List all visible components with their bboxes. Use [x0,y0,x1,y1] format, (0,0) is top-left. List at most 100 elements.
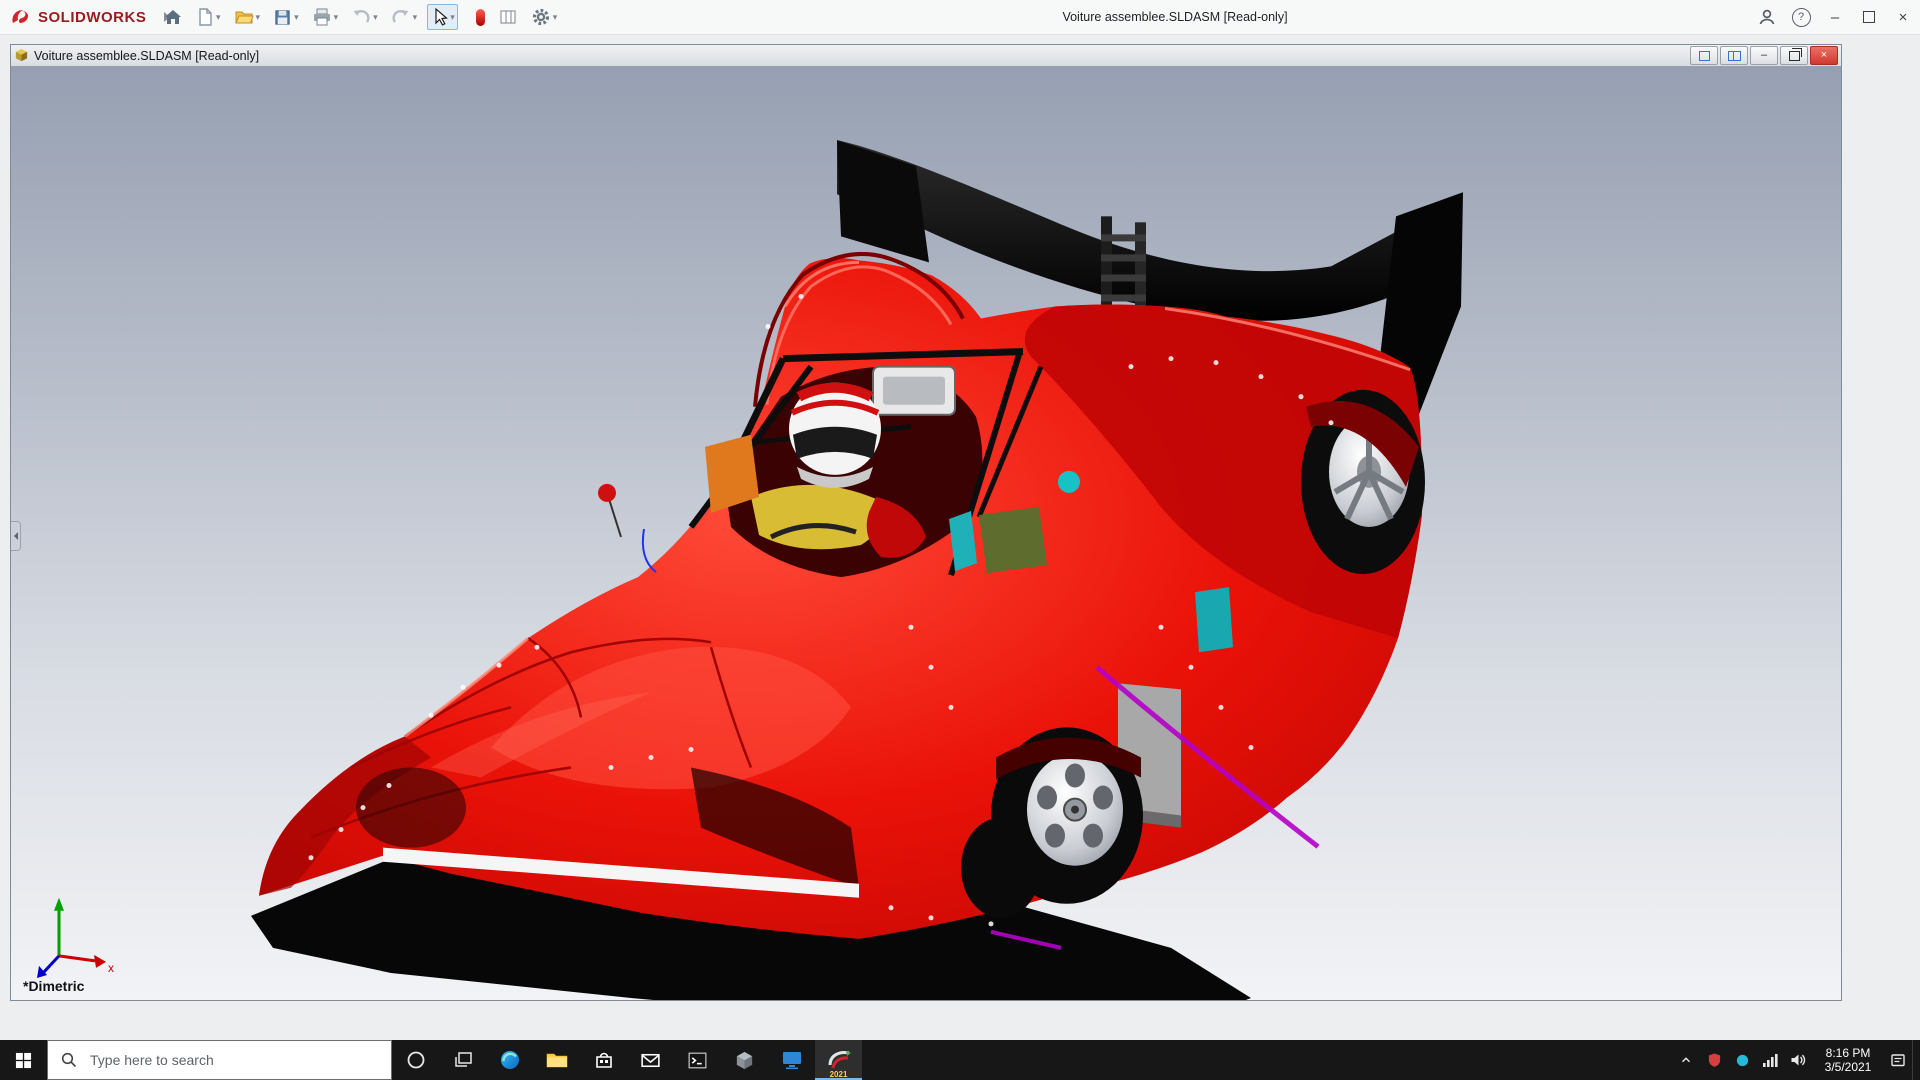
solidworks-app: SOLIDWORKS ▾ ▾ ▾ ▾ ▾ ▾ ▾ ▾ Voiture assem… [0,0,1920,1080]
file-explorer-button[interactable] [533,1040,580,1080]
home-icon [165,10,181,24]
help-icon: ? [1791,7,1811,27]
solidworks-version-badge: 2021 [829,1070,848,1079]
store-icon [595,1052,612,1068]
app-titlebar: SOLIDWORKS ▾ ▾ ▾ ▾ ▾ ▾ ▾ ▾ Voiture assem… [0,0,1920,35]
save-icon [275,9,290,25]
maximize-icon [1863,11,1875,23]
triad-x-label: x [108,961,114,975]
new-document-icon [199,8,212,26]
home-button[interactable] [160,4,186,30]
search-input[interactable] [88,1051,372,1069]
assembly-document-icon [15,48,28,62]
chevron-down-icon[interactable]: ▾ [373,12,378,22]
cortana-icon [407,1051,424,1069]
ds-logo-icon [12,10,28,23]
logo-wordmark: SOLIDWORKS [38,8,147,26]
action-center-button[interactable] [1884,1040,1912,1080]
edge-icon [500,1051,519,1069]
mail-button[interactable] [627,1040,674,1080]
account-button[interactable] [1750,0,1784,34]
panel-collapse-handle[interactable] [11,521,21,551]
console-button[interactable] [674,1040,721,1080]
cortana-button[interactable] [392,1040,439,1080]
tray-expand-button[interactable] [1672,1040,1700,1080]
document-title: Voiture assemblee.SLDASM [Read-only] [34,48,260,63]
app-window-controls: ? – × [1750,0,1920,34]
doc-close-button[interactable]: × [1810,46,1838,65]
network-icon [1763,1054,1778,1067]
account-icon [1759,9,1775,25]
rear-right-wheel [1301,389,1425,575]
start-button[interactable] [0,1040,47,1080]
presence-icon [1736,1054,1748,1066]
chevron-down-icon[interactable]: ▾ [216,12,221,22]
window-pane-icon [1698,50,1710,61]
taskbar-search[interactable] [47,1040,392,1080]
tray-volume-button[interactable] [1784,1040,1812,1080]
viewport-3d-scene[interactable]: x [11,66,1841,1000]
show-desktop-button[interactable] [1912,1040,1918,1080]
view-orientation-label: *Dimetric [23,978,85,994]
select-tool-button[interactable]: ▾ [427,4,458,30]
open-folder-icon [234,11,254,24]
document-window: Voiture assemblee.SLDASM [Read-only] – × [10,44,1842,1001]
display-app-button[interactable] [768,1040,815,1080]
help-button[interactable]: ? [1784,0,1818,34]
cube-app-button[interactable] [721,1040,768,1080]
mail-icon [641,1053,660,1067]
solidworks-taskbar-button[interactable]: 2021 [815,1040,862,1080]
undo-button[interactable]: ▾ [348,4,381,30]
doc-restore-button[interactable] [1780,46,1808,65]
clock-date: 3/5/2021 [1824,1060,1872,1074]
task-pane-button[interactable] [495,4,521,30]
taskbar-clock[interactable]: 8:16 PM 3/5/2021 [1812,1046,1884,1074]
console-icon [688,1052,707,1068]
minimize-button[interactable]: – [1818,0,1852,34]
options-button[interactable]: ▾ [528,4,561,30]
doc-view-button-2[interactable] [1720,46,1748,65]
select-cursor-icon [435,7,449,26]
app-window-title: Voiture assemblee.SLDASM [Read-only] [1062,10,1288,24]
save-button[interactable]: ▾ [270,5,302,30]
red-tool-button[interactable] [473,6,488,29]
redo-button[interactable]: ▾ [388,4,421,30]
chevron-down-icon[interactable]: ▾ [256,12,261,22]
chevron-down-icon[interactable]: ▾ [450,12,455,22]
workspace-background: Voiture assemblee.SLDASM [Read-only] – × [0,35,1920,1040]
file-explorer-icon [546,1053,567,1068]
edge-button[interactable] [486,1040,533,1080]
shield-icon [1708,1053,1720,1067]
clock-time: 8:16 PM [1825,1046,1871,1060]
action-center-icon [1891,1054,1905,1067]
print-icon [313,8,330,26]
solidworks-logo: SOLIDWORKS [10,0,171,34]
windows-taskbar: 2021 [0,1040,1920,1080]
maximize-button[interactable] [1852,0,1886,34]
doc-view-button-1[interactable] [1690,46,1718,65]
close-button[interactable]: × [1886,0,1920,34]
open-button[interactable]: ▾ [231,4,264,30]
chevron-down-icon[interactable]: ▾ [413,12,418,22]
store-button[interactable] [580,1040,627,1080]
redo-icon [392,10,409,23]
volume-icon [1791,1054,1806,1066]
new-document-button[interactable]: ▾ [193,4,224,30]
main-toolbar: ▾ ▾ ▾ ▾ ▾ ▾ ▾ ▾ [160,0,560,34]
search-icon [61,1052,77,1068]
chevron-down-icon[interactable]: ▾ [294,12,299,22]
chevron-down-icon[interactable]: ▾ [553,12,558,22]
chevron-down-icon[interactable]: ▾ [334,12,339,22]
tray-presence-button[interactable] [1728,1040,1756,1080]
settings-gear-icon [532,8,549,26]
doc-minimize-button[interactable]: – [1750,46,1778,65]
tray-network-button[interactable] [1756,1040,1784,1080]
task-pane-icon [500,10,516,24]
task-view-button[interactable] [439,1040,486,1080]
graphics-viewport[interactable]: x *Dimetric [11,66,1841,1000]
chevron-up-icon [1681,1057,1691,1063]
print-button[interactable]: ▾ [309,4,342,30]
document-titlebar[interactable]: Voiture assemblee.SLDASM [Read-only] – × [11,45,1841,67]
start-icon [15,1052,32,1068]
tray-shield-button[interactable] [1700,1040,1728,1080]
